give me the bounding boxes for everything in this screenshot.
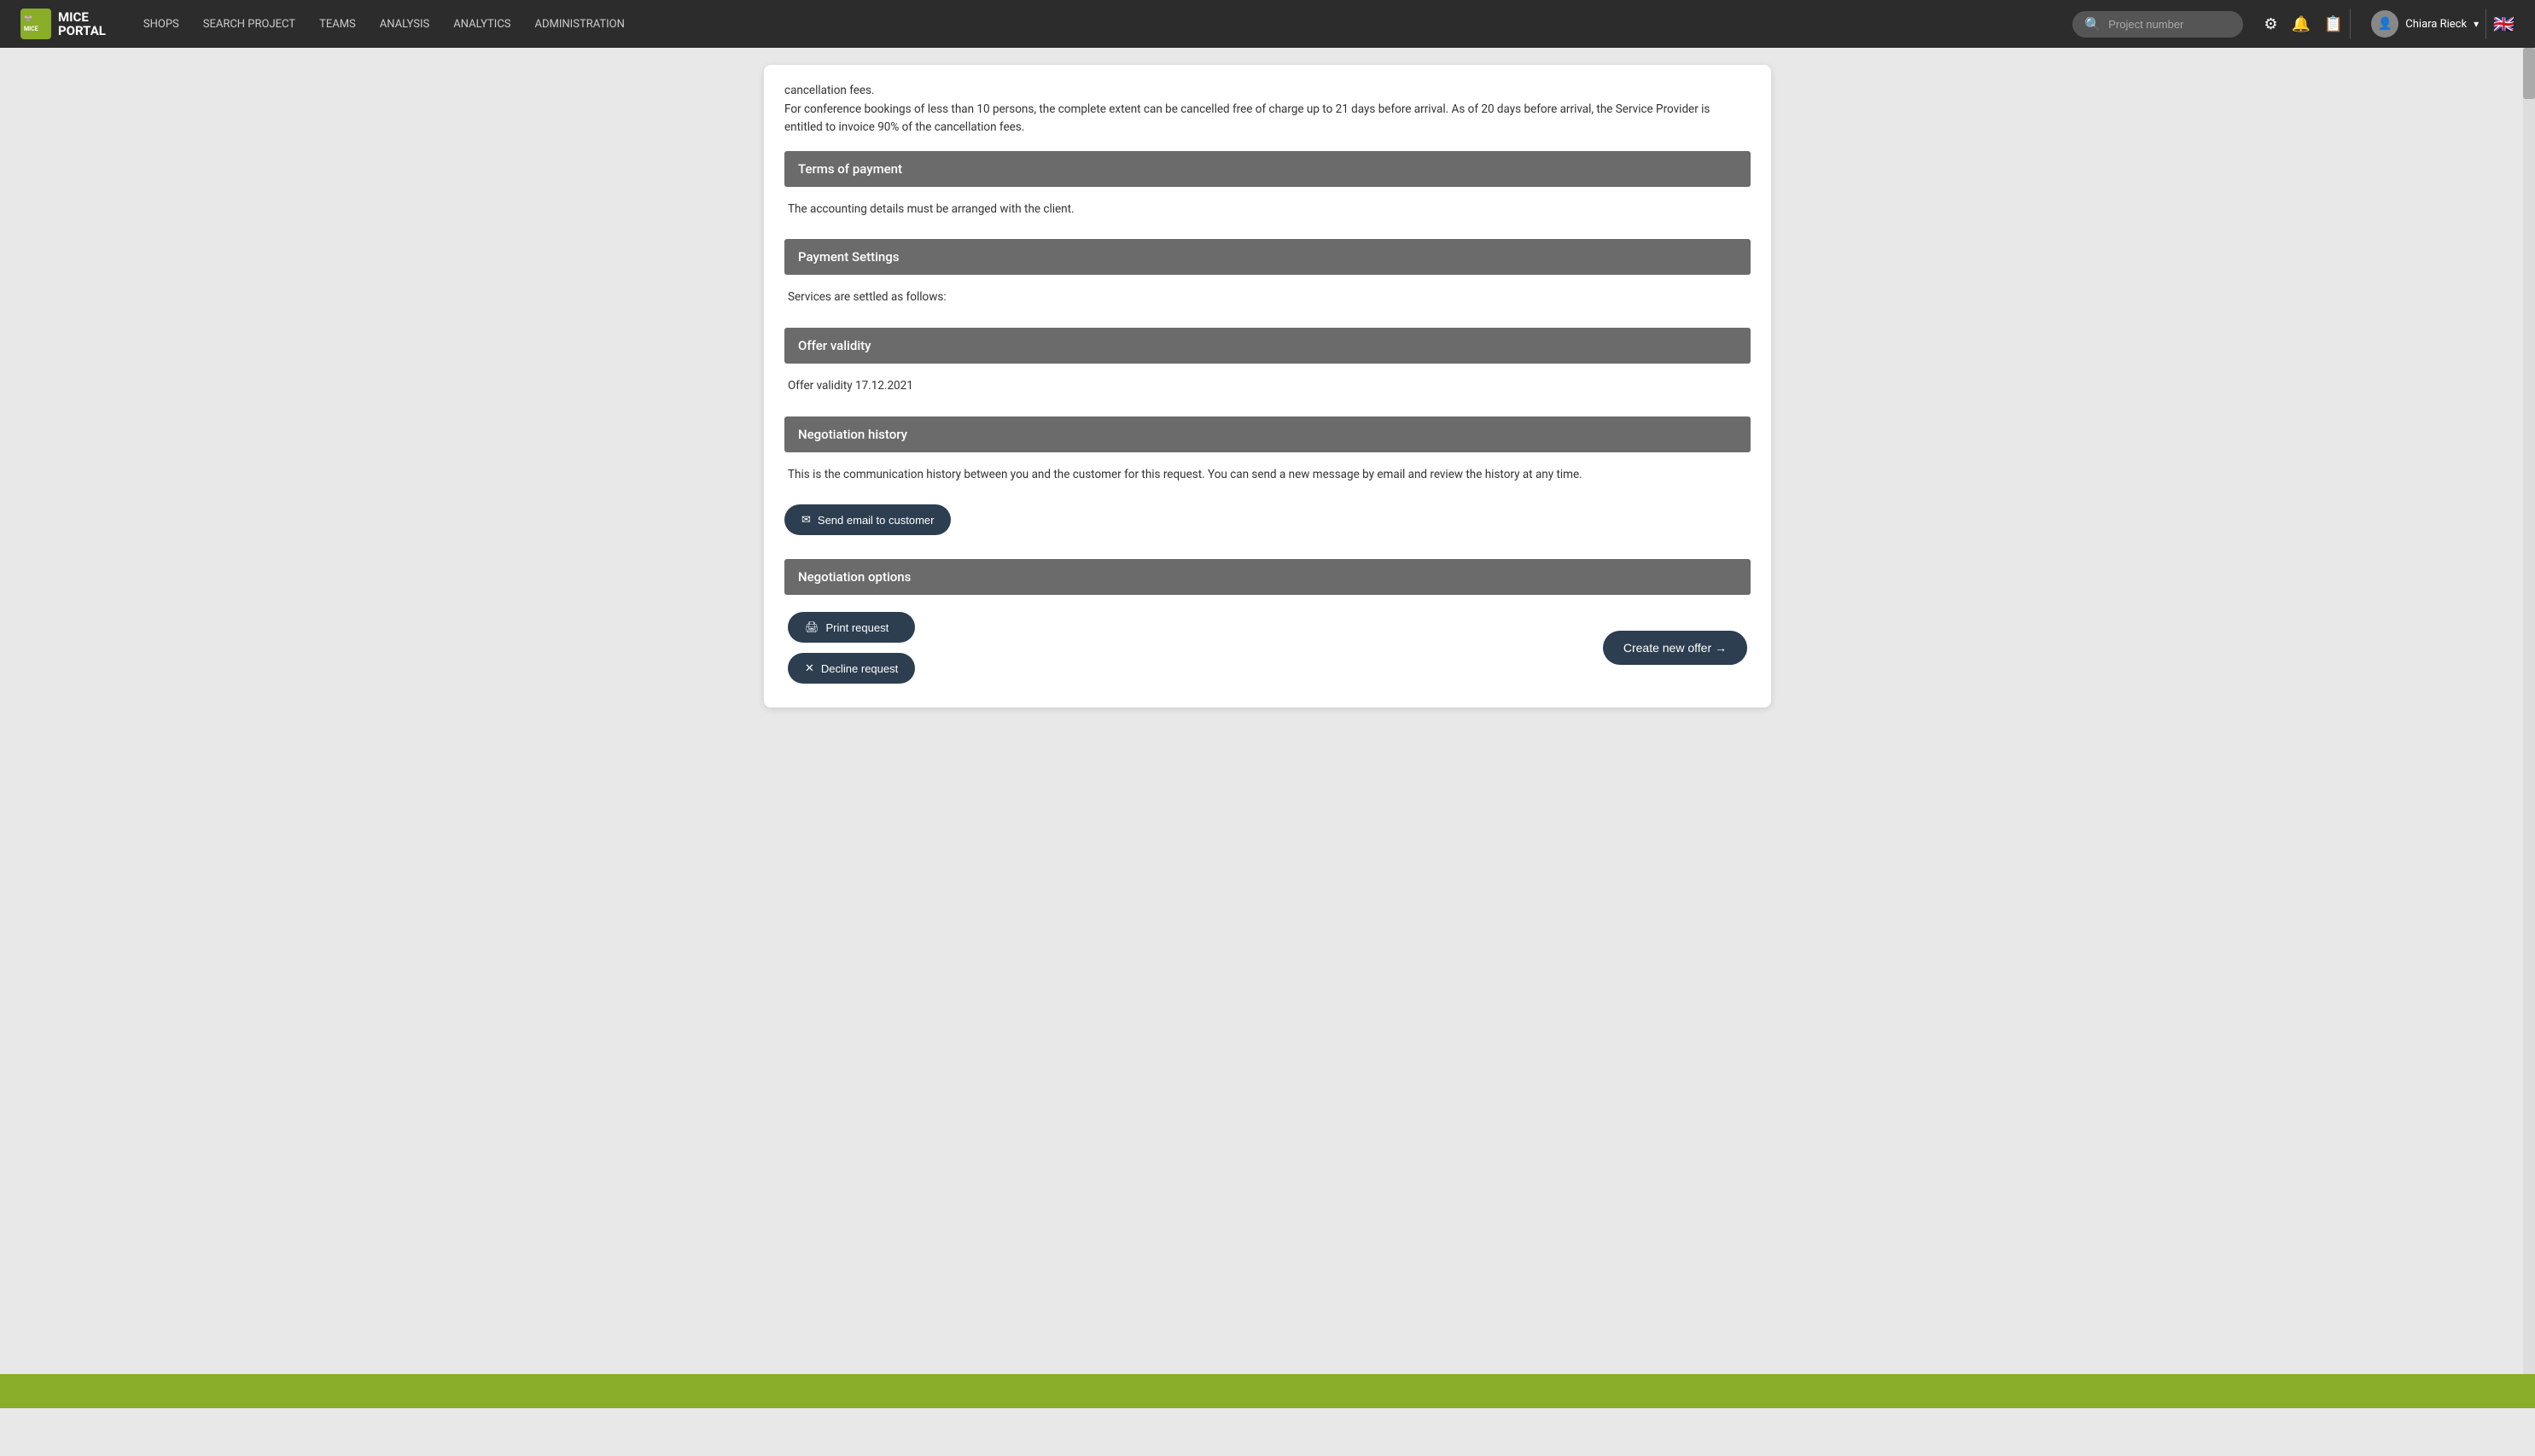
svg-text:🐭: 🐭 <box>24 15 32 22</box>
scrollbar-track[interactable] <box>2523 48 2535 1374</box>
offer-validity-header: Offer validity <box>784 328 1751 364</box>
negotiation-history-section: Negotiation history This is the communic… <box>784 416 1751 502</box>
language-flag-icon[interactable]: 🇬🇧 <box>2493 14 2515 34</box>
nav-icons: ⚙ 🔔 📋 <box>2264 15 2343 33</box>
payment-settings-body: Services are settled as follows: <box>784 275 1751 324</box>
footer-bar <box>0 1374 2535 1408</box>
search-icon: 🔍 <box>2084 16 2101 32</box>
close-icon: ✕ <box>805 661 814 675</box>
search-input[interactable] <box>2108 18 2231 31</box>
offer-validity-section: Offer validity Offer validity 17.12.2021 <box>784 328 1751 413</box>
intro-text: cancellation fees.For conference booking… <box>764 65 1771 151</box>
nav-administration[interactable]: ADMINISTRATION <box>525 11 635 38</box>
offer-validity-body: Offer validity 17.12.2021 <box>784 364 1751 413</box>
search-bar[interactable]: 🔍 <box>2072 11 2243 38</box>
email-icon: ✉ <box>801 513 811 527</box>
content-area: Terms of payment The accounting details … <box>764 151 1771 690</box>
notifications-icon[interactable]: 🔔 <box>2291 15 2310 33</box>
left-buttons: 🖨 Print request ✕ Decline request <box>788 612 915 684</box>
user-avatar: 👤 <box>2371 10 2398 38</box>
nav-analytics[interactable]: ANALYTICS <box>443 11 521 38</box>
create-new-offer-button[interactable]: Create new offer → <box>1603 631 1747 665</box>
send-email-wrapper: ✉ Send email to customer <box>784 504 1751 535</box>
mice-portal-logo-icon: 🐭 MICE <box>20 9 51 39</box>
chevron-down-icon: ▾ <box>2474 18 2479 30</box>
nav-shops[interactable]: SHOPS <box>133 11 189 38</box>
print-request-button[interactable]: 🖨 Print request <box>788 612 915 643</box>
logo-text: MICE PORTAL <box>58 10 106 38</box>
svg-text:MICE: MICE <box>24 26 38 32</box>
nav-links: SHOPS SEARCH PROJECT TEAMS ANALYSIS ANAL… <box>133 11 2072 38</box>
settings-icon[interactable]: ⚙ <box>2264 15 2277 33</box>
terms-of-payment-section: Terms of payment The accounting details … <box>784 151 1751 236</box>
terms-of-payment-header: Terms of payment <box>784 151 1751 187</box>
nav-search-project[interactable]: SEARCH PROJECT <box>193 11 306 38</box>
printer-icon: 🖨 <box>805 620 819 634</box>
terms-of-payment-body: The accounting details must be arranged … <box>784 187 1751 236</box>
scrollbar-thumb[interactable] <box>2523 48 2535 99</box>
logo[interactable]: 🐭 MICE MICE PORTAL <box>20 9 106 39</box>
nav-divider-2 <box>2485 9 2486 39</box>
payment-settings-section: Payment Settings Services are settled as… <box>784 239 1751 324</box>
nav-teams[interactable]: TEAMS <box>309 11 366 38</box>
nav-analysis[interactable]: ANALYSIS <box>370 11 440 38</box>
nav-user[interactable]: 👤 Chiara Rieck ▾ <box>2371 10 2479 38</box>
send-email-button[interactable]: ✉ Send email to customer <box>784 504 951 535</box>
payment-settings-header: Payment Settings <box>784 239 1751 275</box>
navbar: 🐭 MICE MICE PORTAL SHOPS SEARCH PROJECT … <box>0 0 2535 48</box>
main-card: cancellation fees.For conference booking… <box>764 65 1771 708</box>
user-name: Chiara Rieck <box>2405 18 2467 31</box>
document-icon[interactable]: 📋 <box>2324 15 2343 33</box>
negotiation-options-section: Negotiation options <box>784 559 1751 595</box>
negotiation-options-header: Negotiation options <box>784 559 1751 595</box>
nav-divider <box>2350 9 2351 39</box>
negotiation-history-header: Negotiation history <box>784 416 1751 452</box>
negotiation-options-buttons: 🖨 Print request ✕ Decline request Create… <box>784 598 1751 690</box>
page-wrapper: cancellation fees.For conference booking… <box>0 48 2535 1374</box>
negotiation-history-body: This is the communication history betwee… <box>784 452 1751 502</box>
decline-request-button[interactable]: ✕ Decline request <box>788 653 915 684</box>
